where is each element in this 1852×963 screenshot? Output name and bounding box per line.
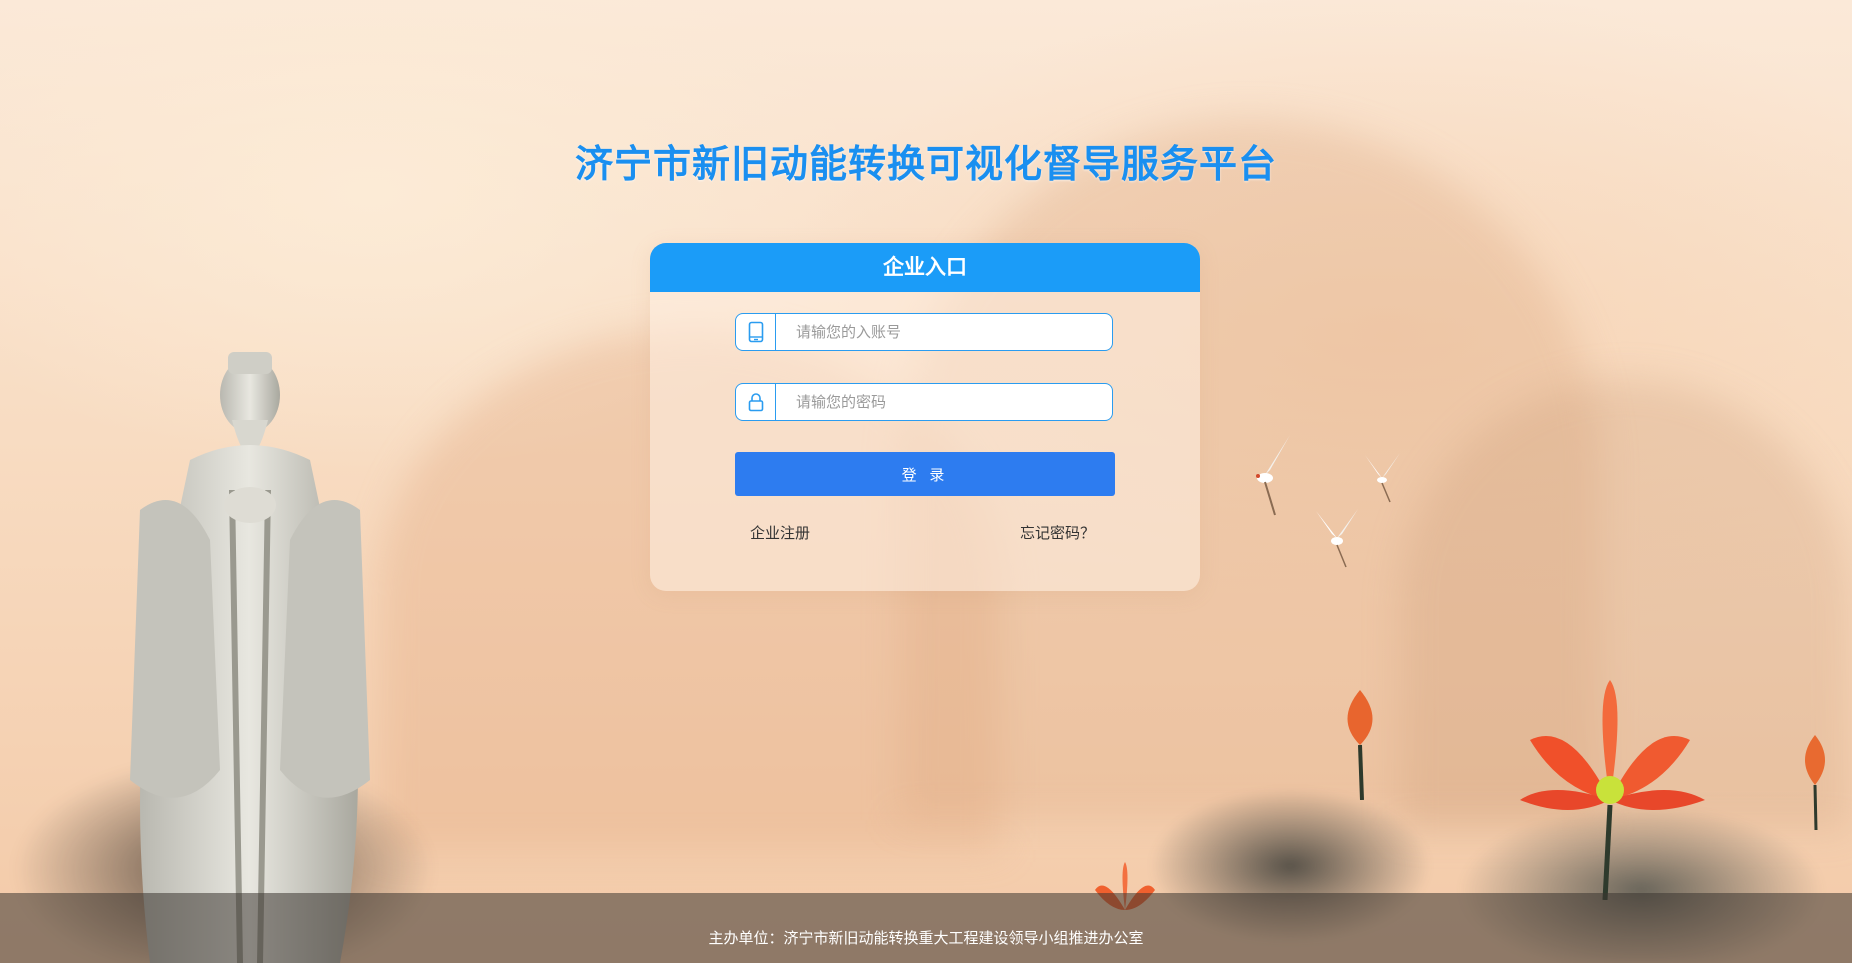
login-page: 济宁市新旧动能转换可视化督导服务平台 企业入口 登 录 xyxy=(0,0,1852,963)
login-card: 企业入口 登 录 企业注册 忘记密码？ xyxy=(650,243,1200,591)
crane-illustration xyxy=(1240,435,1290,516)
register-link[interactable]: 企业注册 xyxy=(750,522,810,543)
footer: 主办单位：济宁市新旧动能转换重大工程建设领导小组推进办公室 xyxy=(0,893,1852,963)
lotus-bud-illustration xyxy=(1347,690,1373,800)
login-button[interactable]: 登 录 xyxy=(735,452,1115,496)
account-field[interactable] xyxy=(735,313,1113,351)
lotus-flower-illustration xyxy=(1520,680,1705,900)
lock-icon xyxy=(736,384,776,420)
footer-text: 主办单位：济宁市新旧动能转换重大工程建设领导小组推进办公室 xyxy=(708,929,1144,947)
confucius-statue-illustration xyxy=(130,352,370,963)
crane-illustration xyxy=(1365,453,1400,503)
lotus-bud-illustration xyxy=(1805,735,1825,830)
crane-illustration xyxy=(1316,509,1358,568)
page-title: 济宁市新旧动能转换可视化督导服务平台 xyxy=(574,142,1277,186)
account-input[interactable] xyxy=(776,314,1112,350)
password-input[interactable] xyxy=(776,384,1112,420)
card-header: 企业入口 xyxy=(650,243,1200,292)
password-field[interactable] xyxy=(735,383,1113,421)
phone-icon xyxy=(736,314,776,350)
forgot-password-link[interactable]: 忘记密码？ xyxy=(1020,522,1095,543)
